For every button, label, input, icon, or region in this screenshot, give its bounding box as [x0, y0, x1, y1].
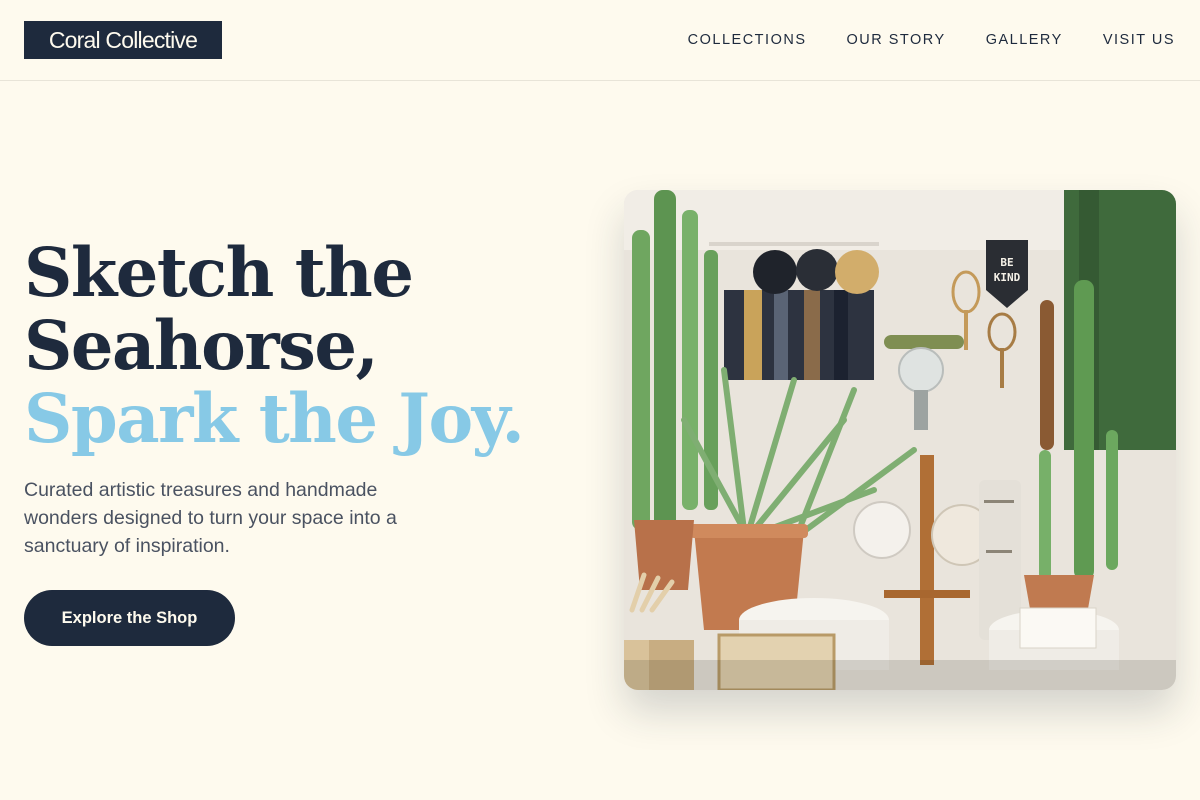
site-header: Coral Collective COLLECTIONS OUR STORY G…	[0, 0, 1200, 81]
nav-link-collections[interactable]: COLLECTIONS	[688, 31, 807, 49]
nav-link-gallery[interactable]: GALLERY	[986, 31, 1063, 49]
shop-interior-illustration: BE KIND	[624, 190, 1176, 690]
pennant-text: BE	[1000, 256, 1013, 269]
hero-headline: Sketch the Seahorse, Spark the Joy.	[24, 236, 584, 455]
nav-link-our-story[interactable]: OUR STORY	[847, 31, 946, 49]
hero-subtext: Curated artistic treasures and handmade …	[24, 479, 397, 557]
site-logo[interactable]: Coral Collective	[24, 21, 222, 59]
main-nav: COLLECTIONS OUR STORY GALLERY VISIT US	[688, 31, 1175, 49]
nav-link-visit-us[interactable]: VISIT US	[1103, 31, 1175, 49]
hero-shop-photo: BE KIND	[624, 190, 1176, 690]
explore-shop-button[interactable]: Explore the Shop	[24, 590, 235, 646]
headline-line-2: Seahorse,	[24, 306, 379, 385]
pennant-text-2: KIND	[994, 271, 1021, 284]
headline-line-3: Spark the Joy.	[24, 379, 525, 458]
headline-line-1: Sketch the	[24, 233, 414, 312]
